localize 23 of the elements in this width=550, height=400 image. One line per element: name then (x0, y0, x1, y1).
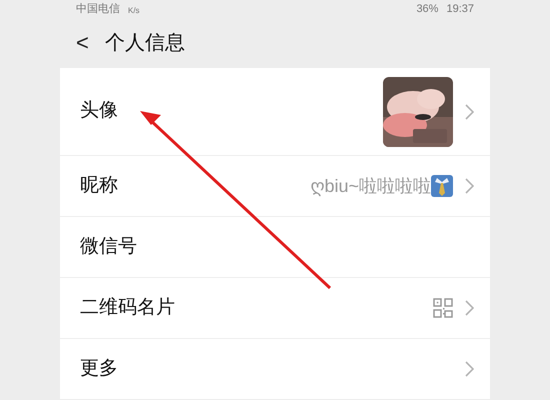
network-speed: K/s (128, 5, 140, 18)
chevron-icon (465, 300, 474, 316)
row-label: 昵称 (80, 174, 118, 198)
settings-row[interactable]: 更多 (60, 338, 490, 399)
settings-row[interactable]: 头像 (60, 68, 490, 155)
nickname-value: ღbiu~啦啦啦啦 (310, 174, 431, 198)
row-label: 微信号 (80, 234, 137, 259)
necktie-icon (431, 175, 453, 197)
settings-row[interactable]: 微信号 (60, 216, 490, 277)
carrier-name: 中国电信 (76, 2, 120, 17)
chevron-icon (465, 104, 474, 120)
row-label: 更多 (80, 356, 118, 381)
qr-code-icon (433, 298, 453, 318)
page-title: 个人信息 (104, 31, 185, 56)
settings-row[interactable]: 昵称 ღbiu~啦啦啦啦 (60, 155, 490, 216)
row-label: 头像 (80, 99, 118, 124)
settings-row[interactable]: 二维码名片 (60, 277, 490, 338)
chevron-icon (465, 361, 474, 377)
battery-percent: 36% (416, 2, 438, 17)
clock-time: 19:37 (446, 2, 474, 17)
back-button[interactable]: < (76, 32, 89, 54)
chevron-icon (465, 178, 474, 194)
row-label: 二维码名片 (80, 296, 175, 320)
